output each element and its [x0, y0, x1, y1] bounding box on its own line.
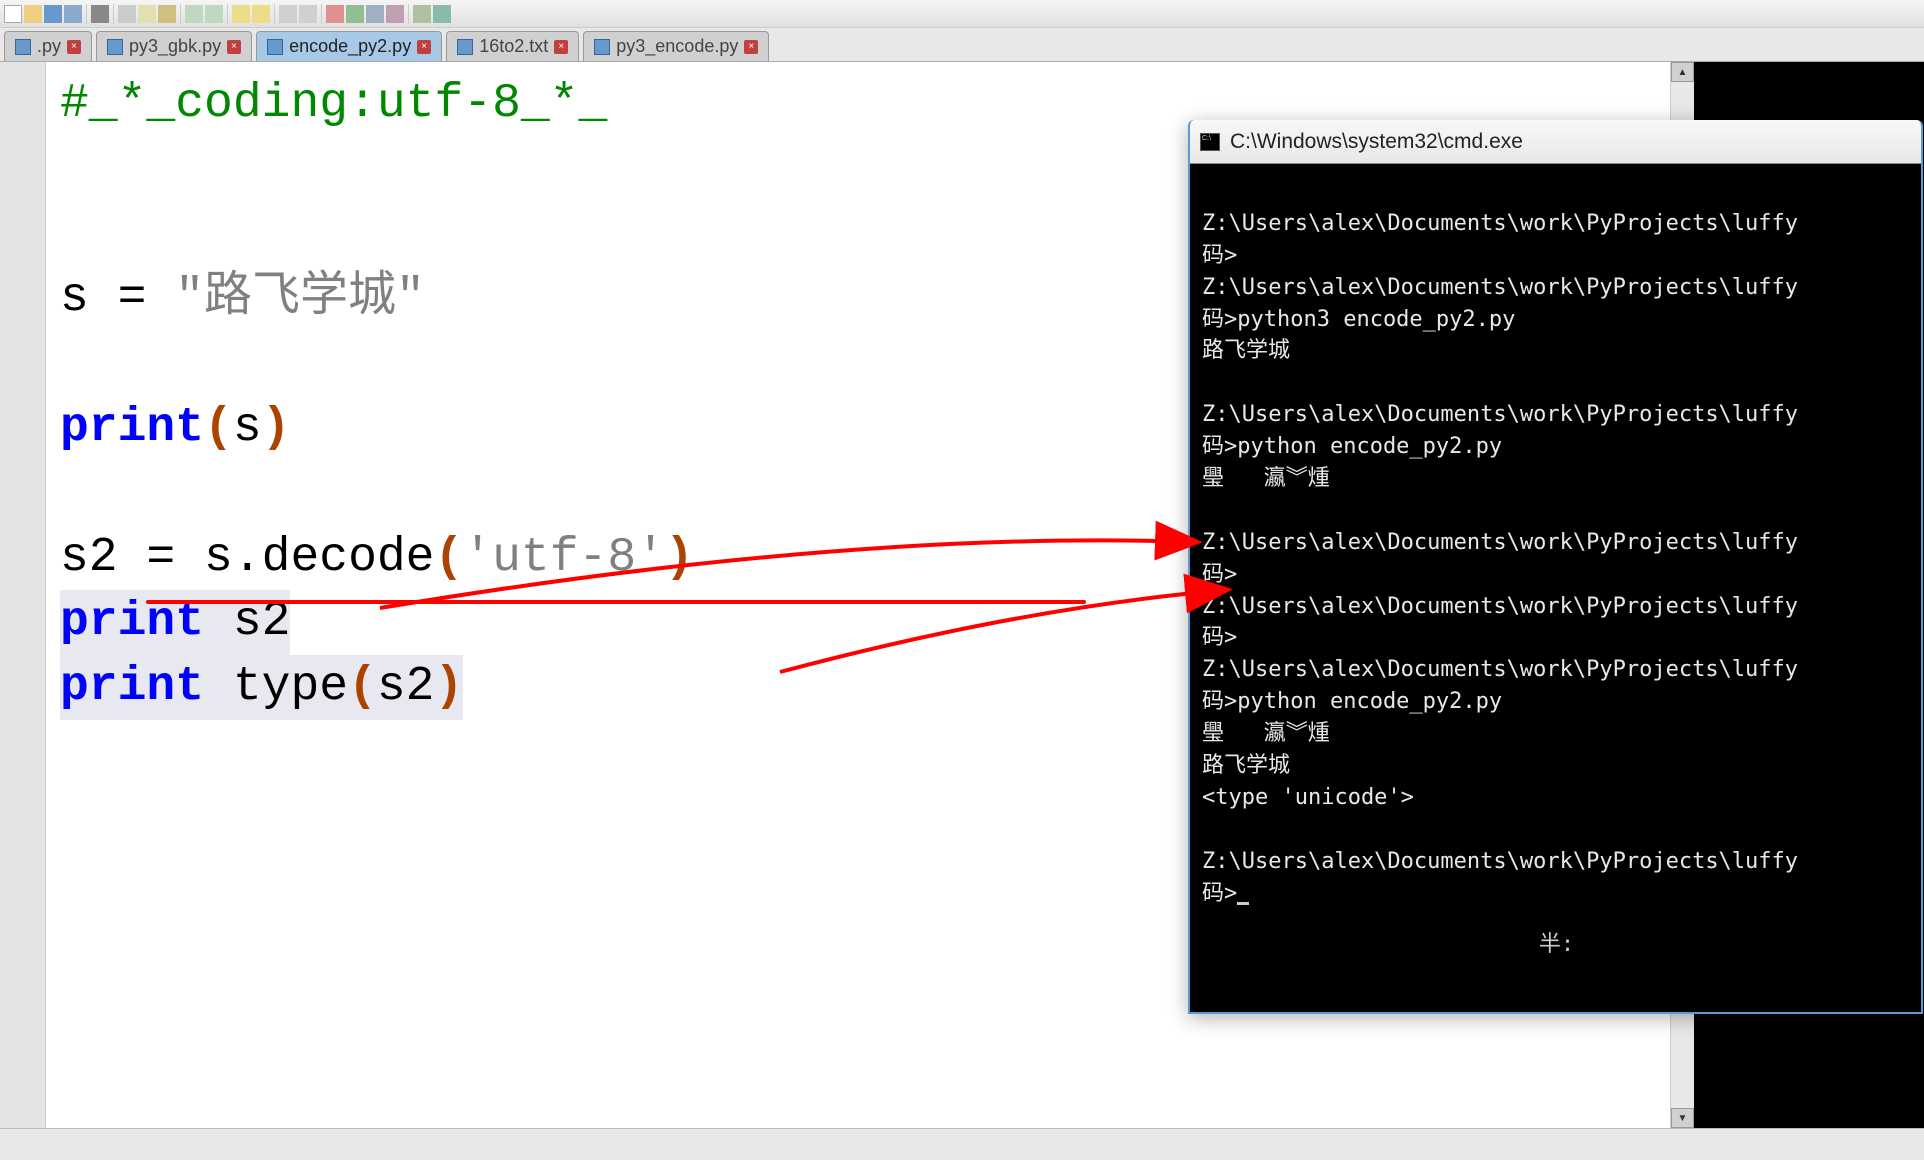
divider — [274, 4, 275, 24]
cmd-window[interactable]: C:\Windows\system32\cmd.exe Z:\Users\ale… — [1188, 120, 1923, 1014]
divider — [113, 4, 114, 24]
toolbar-save-all-icon[interactable] — [64, 5, 82, 23]
code-fn-type: type — [233, 660, 348, 714]
toolbar-save-icon[interactable] — [44, 5, 62, 23]
cmd-cursor — [1237, 902, 1249, 905]
toolbar-replace-icon[interactable] — [252, 5, 270, 23]
scroll-up-arrow-icon[interactable]: ▲ — [1671, 62, 1694, 82]
status-bar — [0, 1128, 1924, 1160]
divider — [86, 4, 87, 24]
toolbar-misc3-icon[interactable] — [413, 5, 431, 23]
tab-close-icon[interactable]: × — [417, 40, 431, 54]
code-string: "路飞学城" — [175, 271, 425, 325]
toolbar-zoom-out-icon[interactable] — [299, 5, 317, 23]
code-keyword-print: print — [60, 660, 204, 714]
code-var-s: s — [60, 271, 89, 325]
divider — [321, 4, 322, 24]
tab-16to2-txt[interactable]: 16to2.txt × — [446, 31, 579, 61]
tab--py[interactable]: .py × — [4, 31, 92, 61]
tab-close-icon[interactable]: × — [554, 40, 568, 54]
toolbar-misc2-icon[interactable] — [386, 5, 404, 23]
toolbar-misc4-icon[interactable] — [433, 5, 451, 23]
toolbar-copy-icon[interactable] — [138, 5, 156, 23]
tab-label: 16to2.txt — [479, 36, 548, 57]
toolbar — [0, 0, 1924, 28]
tab-close-icon[interactable]: × — [227, 40, 241, 54]
cmd-footer-text: 半: — [1202, 909, 1911, 961]
file-icon — [15, 39, 31, 55]
toolbar-print-icon[interactable] — [91, 5, 109, 23]
toolbar-cut-icon[interactable] — [118, 5, 136, 23]
code-var-s2: s2 — [60, 531, 118, 585]
code-keyword-print: print — [60, 401, 204, 455]
file-icon — [267, 39, 283, 55]
tab-label: py3_encode.py — [616, 36, 738, 57]
code-fn-decode: decode — [262, 531, 435, 585]
toolbar-macro-icon[interactable] — [326, 5, 344, 23]
code-comment: #_*_coding:utf-8_*_ — [60, 77, 607, 131]
scroll-down-arrow-icon[interactable]: ▼ — [1671, 1108, 1694, 1128]
line-number-gutter — [0, 62, 46, 1128]
file-icon — [457, 39, 473, 55]
file-icon — [107, 39, 123, 55]
toolbar-find-icon[interactable] — [232, 5, 250, 23]
toolbar-redo-icon[interactable] — [205, 5, 223, 23]
code-keyword-print: print — [60, 595, 204, 649]
tab-close-icon[interactable]: × — [67, 40, 81, 54]
toolbar-new-icon[interactable] — [4, 5, 22, 23]
toolbar-open-icon[interactable] — [24, 5, 42, 23]
cmd-title: C:\Windows\system32\cmd.exe — [1230, 130, 1523, 154]
toolbar-zoom-in-icon[interactable] — [279, 5, 297, 23]
tab-close-icon[interactable]: × — [744, 40, 758, 54]
file-icon — [594, 39, 610, 55]
divider — [408, 4, 409, 24]
tab-encode_py2-py[interactable]: encode_py2.py × — [256, 31, 442, 61]
tab-label: .py — [37, 36, 61, 57]
cmd-output[interactable]: Z:\Users\alex\Documents\work\PyProjects\… — [1190, 164, 1921, 1012]
tab-label: py3_gbk.py — [129, 36, 221, 57]
divider — [180, 4, 181, 24]
toolbar-misc1-icon[interactable] — [366, 5, 384, 23]
cmd-icon — [1200, 133, 1220, 151]
cmd-titlebar[interactable]: C:\Windows\system32\cmd.exe — [1190, 120, 1921, 164]
divider — [227, 4, 228, 24]
tab-bar: .py×py3_gbk.py×encode_py2.py×16to2.txt×p… — [0, 28, 1924, 62]
tab-py3_gbk-py[interactable]: py3_gbk.py × — [96, 31, 252, 61]
toolbar-run-icon[interactable] — [346, 5, 364, 23]
toolbar-undo-icon[interactable] — [185, 5, 203, 23]
tab-py3_encode-py[interactable]: py3_encode.py × — [583, 31, 769, 61]
tab-label: encode_py2.py — [289, 36, 411, 57]
toolbar-paste-icon[interactable] — [158, 5, 176, 23]
